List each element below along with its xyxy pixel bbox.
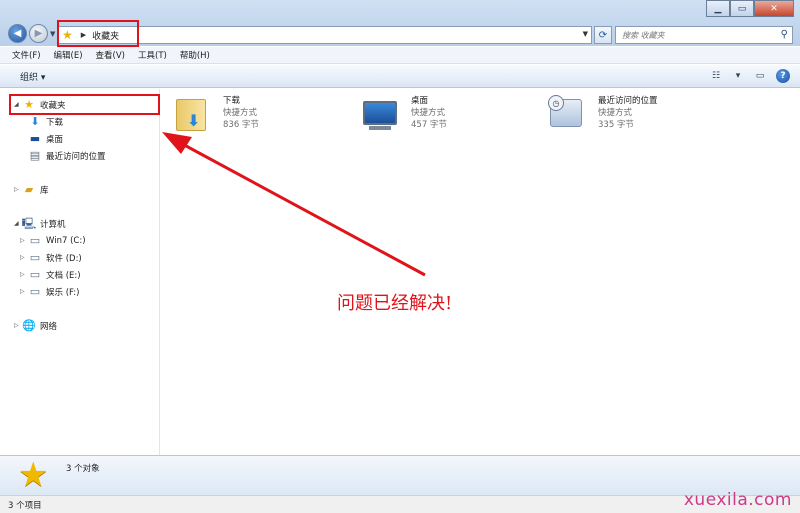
- item-count: 3 个项目: [8, 501, 42, 511]
- explorer-window: ▁ ▭ ✕ ◀ ▶ ▼ ★ ▶ 收藏夹 ▼ ⟳ ⚲ 文件(F) 编辑(E) 查看…: [0, 0, 800, 513]
- watermark: xuexila.com: [683, 490, 792, 510]
- favorites-star-icon: ★: [18, 455, 49, 495]
- status-bar: 3 个项目: [0, 495, 800, 513]
- object-count: 3 个对象: [66, 464, 100, 474]
- annotation-text: 问题已经解决!: [337, 293, 453, 314]
- details-pane: ★ 3 个对象: [0, 455, 800, 495]
- annotation-arrow: [162, 132, 426, 277]
